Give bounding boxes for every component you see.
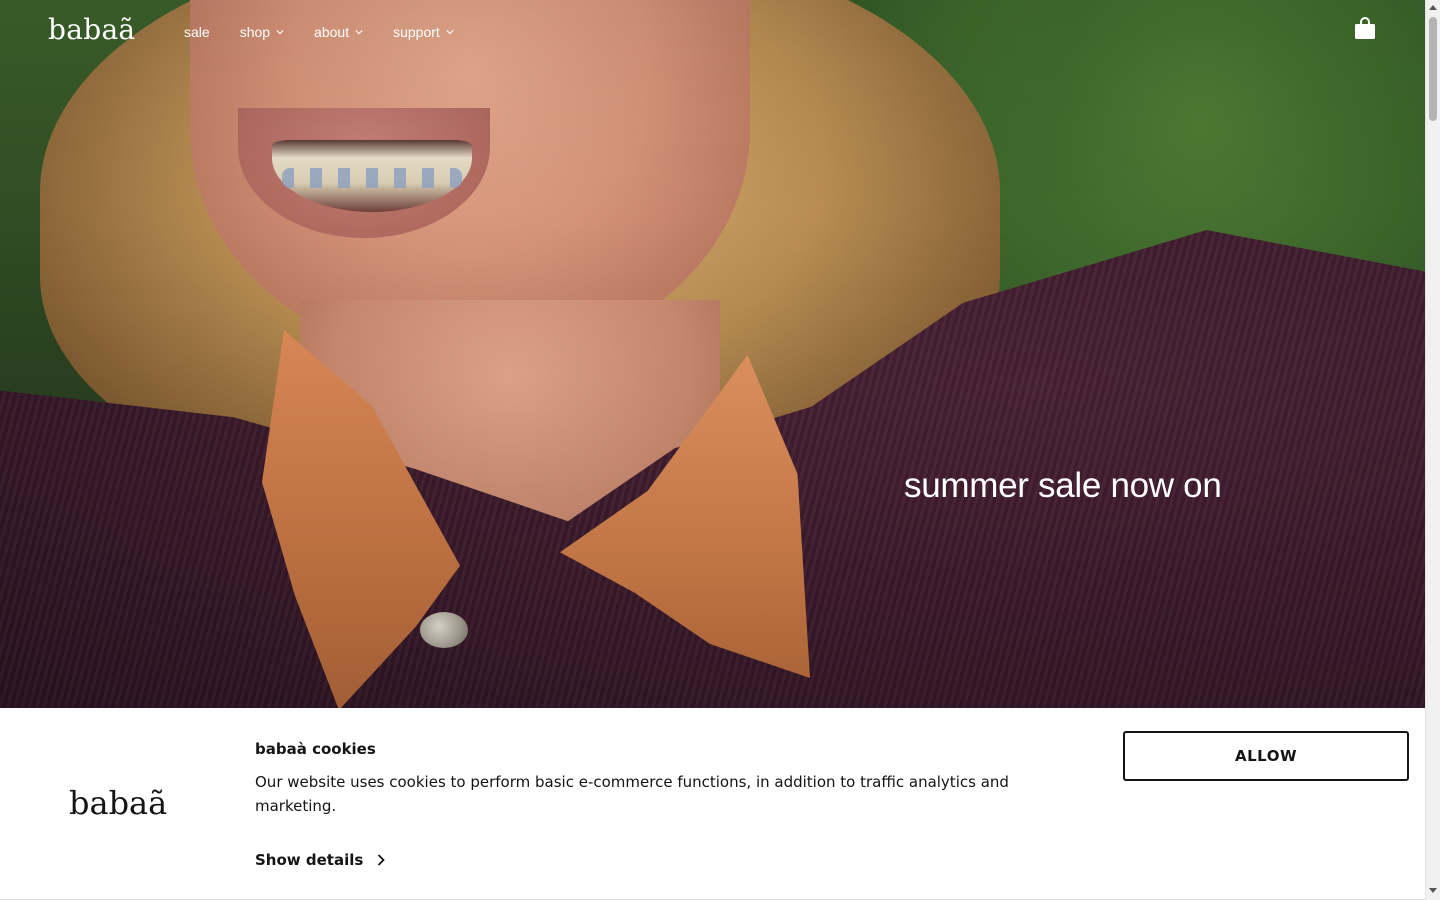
cookie-banner-text: Our website uses cookies to perform basi… [255,773,1009,815]
chevron-down-icon [276,30,284,35]
show-details-button[interactable]: Show details [255,851,386,869]
brand-logo[interactable]: babaã [48,13,135,46]
chevron-right-icon [378,854,386,866]
scroll-up-arrow-icon[interactable] [1429,5,1437,10]
cookie-banner: babaã babaà cookies Our website uses coo… [0,708,1425,900]
page-scrollbar[interactable] [1425,0,1440,900]
chevron-down-icon [355,30,363,35]
scroll-thumb[interactable] [1429,17,1437,121]
nav-item-label: support [393,24,440,40]
hero-headline[interactable]: summer sale now on [904,466,1222,506]
hero-shade [0,0,1425,708]
nav-item-sale[interactable]: sale [184,24,210,40]
chevron-down-icon [446,30,454,35]
nav-item-support[interactable]: support [393,24,454,40]
scroll-down-arrow-icon[interactable] [1429,888,1437,893]
allow-cookies-button[interactable]: ALLOW [1123,731,1409,781]
cookie-banner-title: babaà cookies [255,740,376,758]
cookie-banner-logo: babaã [69,784,168,822]
show-details-label: Show details [255,851,364,869]
nav-item-shop[interactable]: shop [240,24,284,40]
nav-item-about[interactable]: about [314,24,363,40]
shopping-bag-icon[interactable] [1354,16,1376,40]
nav-item-label: shop [239,24,271,40]
nav-item-label: sale [184,24,210,40]
nav-item-label: about [314,24,350,40]
hero-image [0,0,1425,708]
site-header: babaã sale shop about support [0,0,1425,64]
main-nav: sale shop about support [184,24,484,40]
